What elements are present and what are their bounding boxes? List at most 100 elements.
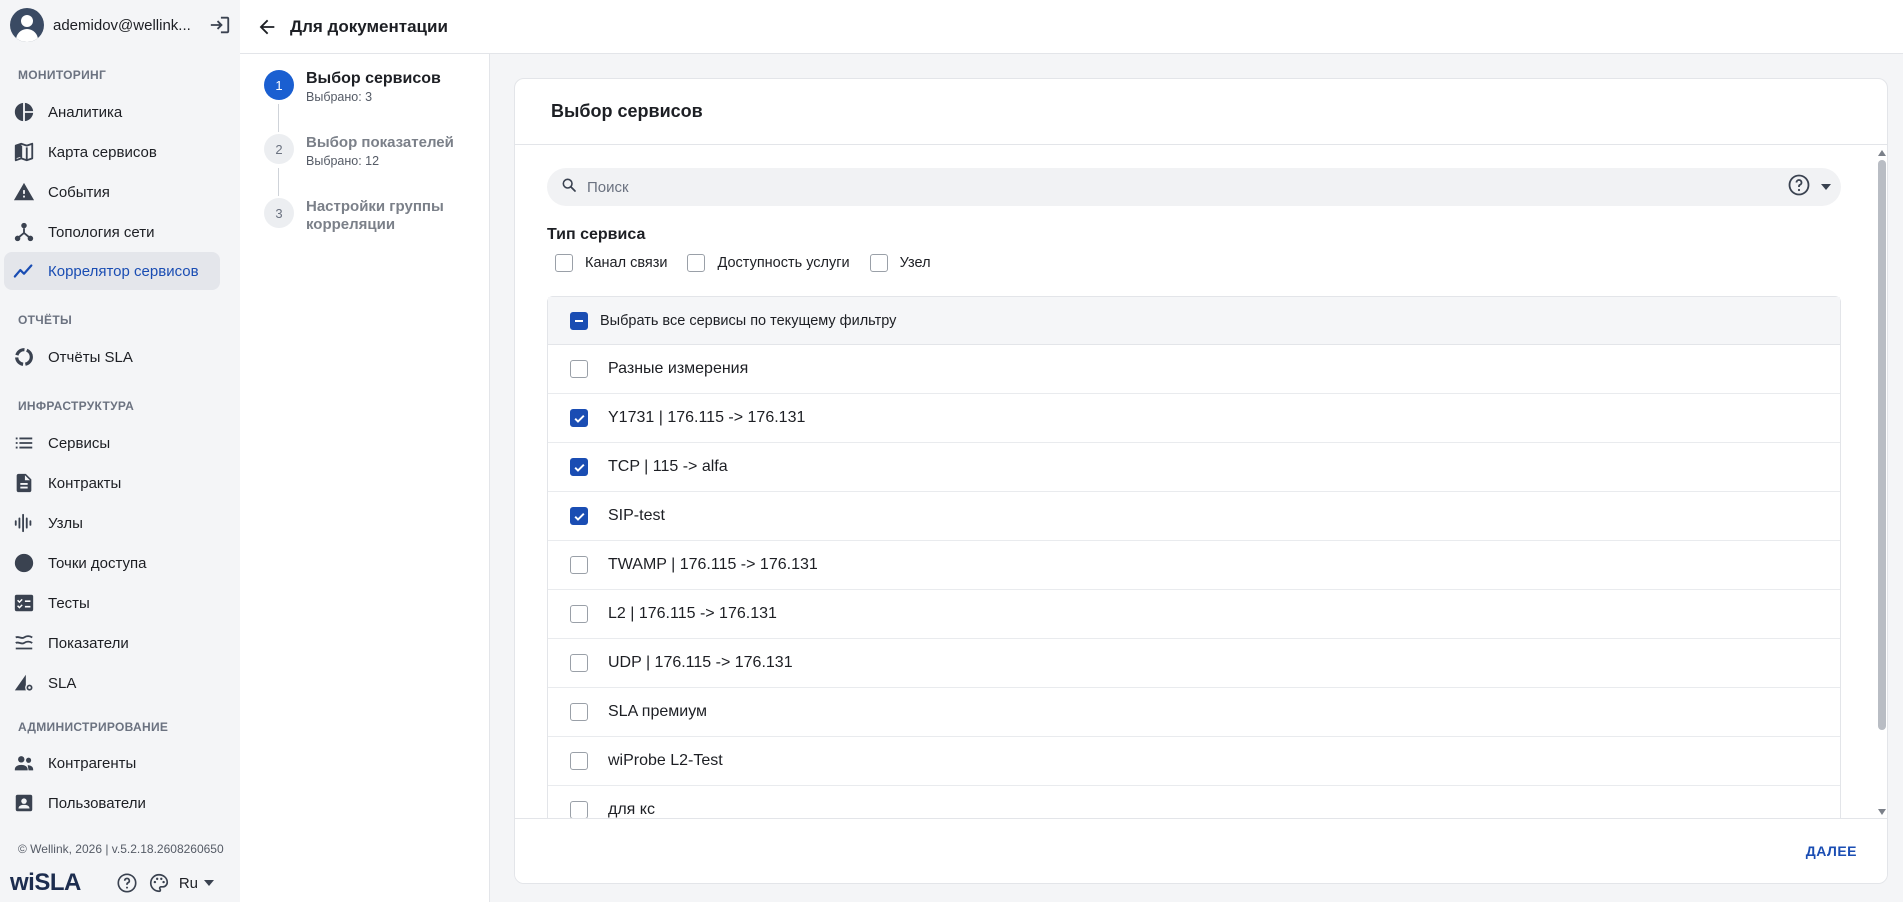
page-title: Для документации — [290, 16, 448, 36]
sidebar-item-access-points[interactable]: Точки доступа — [4, 544, 220, 582]
services-list: Выбрать все сервисы по текущему фильтру … — [547, 296, 1841, 819]
list-item[interactable]: TCP | 115 -> alfa — [548, 443, 1840, 492]
checkbox[interactable] — [570, 605, 588, 623]
service-name: UDP | 176.115 -> 176.131 — [608, 654, 793, 671]
help-icon[interactable] — [115, 871, 139, 895]
chevron-down-icon[interactable] — [1821, 184, 1831, 190]
sidebar-item-label: Точки доступа — [48, 554, 147, 572]
list-item[interactable]: для кс — [548, 786, 1840, 819]
scroll-thumb[interactable] — [1878, 160, 1886, 730]
checkbox[interactable] — [687, 254, 706, 272]
step-number: 1 — [264, 70, 294, 100]
card-header: Выбор сервисов — [515, 79, 1887, 145]
document-icon — [12, 471, 36, 495]
list-item[interactable]: SIP-test — [548, 492, 1840, 541]
search-bar — [547, 168, 1841, 206]
list-item[interactable]: Y1731 | 176.115 -> 176.131 — [548, 394, 1840, 443]
logout-icon[interactable] — [208, 13, 232, 37]
sidebar-item-label: Контрагенты — [48, 754, 137, 772]
checkbox[interactable] — [570, 458, 588, 476]
search-input[interactable] — [587, 178, 1787, 196]
checkbox[interactable] — [570, 409, 588, 427]
list-item[interactable]: Разные измерения — [548, 345, 1840, 394]
sidebar: ademidov@wellink... МОНИТОРИНГ Аналитика… — [0, 0, 240, 902]
list-item[interactable]: UDP | 176.115 -> 176.131 — [548, 639, 1840, 688]
service-name: TWAMP | 176.115 -> 176.131 — [608, 556, 818, 573]
sidebar-item-nodes[interactable]: Узлы — [4, 504, 220, 542]
sidebar-footer: wiSLA Ru — [10, 868, 235, 898]
service-name: SIP-test — [608, 507, 665, 524]
filter-channel[interactable]: Канал связи — [555, 254, 667, 272]
list-item[interactable]: L2 | 176.115 -> 176.131 — [548, 590, 1840, 639]
sidebar-item-events[interactable]: События — [4, 173, 220, 211]
checkbox[interactable] — [570, 556, 588, 574]
sidebar-item-services[interactable]: Сервисы — [4, 424, 220, 462]
sidebar-item-label: События — [48, 183, 110, 201]
version-text: © Wellink, 2026 | v.5.2.18.2608260650 — [18, 842, 224, 856]
select-all-row[interactable]: Выбрать все сервисы по текущему фильтру — [548, 297, 1840, 345]
scroll-down-icon[interactable] — [1878, 809, 1886, 815]
filter-node[interactable]: Узел — [869, 254, 931, 272]
language-select[interactable]: Ru — [179, 875, 215, 892]
help-icon[interactable] — [1787, 173, 1811, 202]
sidebar-item-sla[interactable]: SLA — [4, 664, 220, 702]
logo: wiSLA — [10, 869, 81, 896]
sidebar-item-contracts[interactable]: Контракты — [4, 464, 220, 502]
filter-label: Доступность услуги — [717, 255, 850, 271]
palette-icon[interactable] — [147, 871, 171, 895]
people-icon — [12, 751, 36, 775]
checkbox[interactable] — [570, 360, 588, 378]
sidebar-item-sla-reports[interactable]: Отчёты SLA — [4, 338, 220, 376]
service-name: wiProbe L2-Test — [608, 752, 723, 769]
list-item[interactable]: SLA премиум — [548, 688, 1840, 737]
service-name: Y1731 | 176.115 -> 176.131 — [608, 409, 806, 426]
search-icon — [561, 177, 577, 198]
top-bar: Для документации — [240, 0, 1903, 54]
sidebar-item-counterparties[interactable]: Контрагенты — [4, 744, 220, 782]
avatar[interactable] — [10, 8, 44, 42]
step-correlation-settings[interactable]: 3 Настройки группы корреляции — [264, 198, 466, 234]
services-card: Выбор сервисов Тип сервиса Канал связи Д… — [514, 78, 1888, 884]
sidebar-item-label: Топология сети — [48, 223, 155, 241]
step-select-metrics[interactable]: 2 Выбор показателей Выбрано: 12 — [264, 134, 454, 168]
sidebar-item-topology[interactable]: Топология сети — [4, 213, 220, 251]
checkbox[interactable] — [570, 703, 588, 721]
card-footer: ДАЛЕЕ — [515, 818, 1887, 883]
list-item[interactable]: wiProbe L2-Test — [548, 737, 1840, 786]
sidebar-item-tests[interactable]: Тесты — [4, 584, 220, 622]
step-select-services[interactable]: 1 Выбор сервисов Выбрано: 3 — [264, 70, 441, 104]
section-title-infrastructure: ИНФРАСТРУКТУРА — [18, 399, 135, 413]
checkbox[interactable] — [570, 801, 588, 819]
sidebar-item-label: Аналитика — [48, 103, 123, 121]
report-ring-icon — [12, 345, 36, 369]
checkbox[interactable] — [570, 654, 588, 672]
checkbox[interactable] — [570, 752, 588, 770]
user-card-icon — [12, 791, 36, 815]
next-button[interactable]: ДАЛЕЕ — [1806, 843, 1857, 859]
card-title: Выбор сервисов — [551, 101, 703, 121]
filter-service-availability[interactable]: Доступность услуги — [687, 254, 850, 272]
sidebar-item-label: Пользователи — [48, 794, 146, 812]
scroll-up-icon[interactable] — [1878, 150, 1886, 156]
list-item[interactable]: TWAMP | 176.115 -> 176.131 — [548, 541, 1840, 590]
service-name: L2 | 176.115 -> 176.131 — [608, 605, 777, 622]
select-all-label: Выбрать все сервисы по текущему фильтру — [600, 312, 897, 329]
checklist-icon — [12, 591, 36, 615]
section-title-administration: АДМИНИСТРИРОВАНИЕ — [18, 720, 169, 734]
service-name: SLA премиум — [608, 703, 708, 720]
sidebar-item-label: Показатели — [48, 634, 129, 652]
sla-gear-icon — [12, 671, 36, 695]
back-arrow-icon[interactable] — [252, 12, 282, 42]
sidebar-item-analytics[interactable]: Аналитика — [4, 93, 220, 131]
checkbox[interactable] — [869, 254, 888, 272]
checkbox[interactable] — [555, 254, 573, 272]
sidebar-item-service-correlator[interactable]: Коррелятор сервисов — [4, 252, 220, 290]
checkbox[interactable] — [570, 507, 588, 525]
sidebar-item-metrics[interactable]: Показатели — [4, 624, 220, 662]
sidebar-item-service-map[interactable]: Карта сервисов — [4, 133, 220, 171]
sidebar-item-label: Карта сервисов — [48, 143, 157, 161]
scrollbar[interactable] — [1875, 146, 1887, 819]
chevron-down-icon — [204, 880, 215, 886]
select-all-checkbox[interactable] — [570, 311, 588, 330]
sidebar-item-users[interactable]: Пользователи — [4, 784, 220, 822]
